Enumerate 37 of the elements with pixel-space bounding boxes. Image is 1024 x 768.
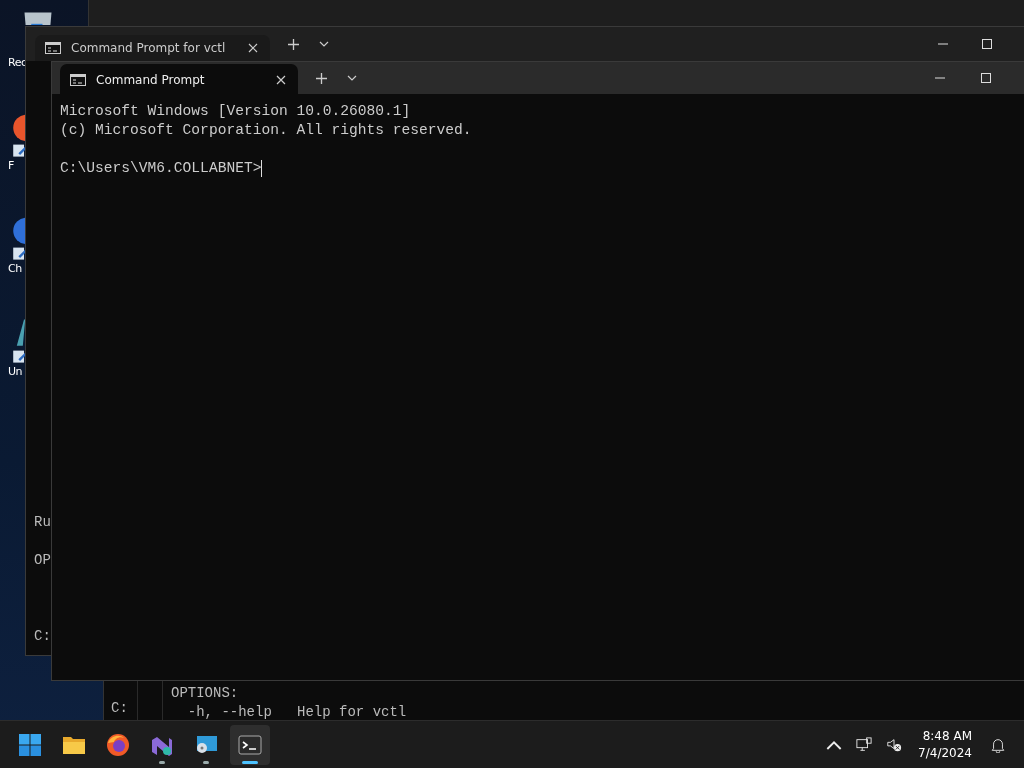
- new-tab-icon[interactable]: [316, 72, 327, 84]
- close-icon[interactable]: [248, 43, 258, 53]
- maximize-icon[interactable]: [982, 39, 992, 49]
- console-line: OPTIONS:: [171, 684, 240, 703]
- console-line: OP: [34, 551, 51, 570]
- chevron-down-icon[interactable]: [319, 41, 329, 47]
- clock[interactable]: 8:48 AM 7/4/2024: [918, 728, 972, 762]
- firefox-icon: [106, 733, 130, 757]
- window-tab[interactable]: Command Prompt: [60, 64, 298, 96]
- text-cursor: [261, 160, 263, 177]
- console-line: Ru: [34, 513, 51, 532]
- maximize-icon[interactable]: [981, 73, 991, 83]
- console-line: (c) Microsoft Corporation. All rights reserved.: [60, 121, 473, 140]
- new-tab-icon[interactable]: [288, 38, 299, 50]
- icon-label: F: [8, 159, 15, 172]
- icon-label: Rec: [8, 56, 25, 69]
- console-line: -h, --help Help for vctl: [186, 703, 407, 722]
- icon-label: Ch: [8, 262, 23, 275]
- window-tab[interactable]: Command Prompt for vctl: [35, 35, 270, 61]
- console-line: Microsoft Windows [Version 10.0.26080.1]: [60, 102, 412, 121]
- windows-logo-icon: [18, 733, 42, 757]
- command-prompt: C:\Users\VM6.COLLABNET>: [60, 159, 262, 178]
- chevron-down-icon[interactable]: [347, 75, 357, 81]
- taskbar-button[interactable]: [230, 725, 270, 765]
- terminal-icon: [238, 733, 262, 757]
- app-shortcut-icon[interactable]: [12, 317, 25, 365]
- console-icon: [70, 74, 86, 86]
- console-line: C:: [111, 699, 129, 718]
- close-icon[interactable]: [276, 75, 286, 85]
- speaker-muted-icon[interactable]: [886, 737, 903, 753]
- network-icon[interactable]: [856, 737, 873, 753]
- icon-label: Un: [8, 365, 24, 378]
- console-icon: [45, 42, 61, 54]
- clock-time: 8:48 AM: [922, 728, 972, 745]
- notification-bell-icon[interactable]: [990, 737, 1006, 753]
- clock-date: 7/4/2024: [918, 745, 972, 762]
- console-line: C:: [34, 627, 51, 646]
